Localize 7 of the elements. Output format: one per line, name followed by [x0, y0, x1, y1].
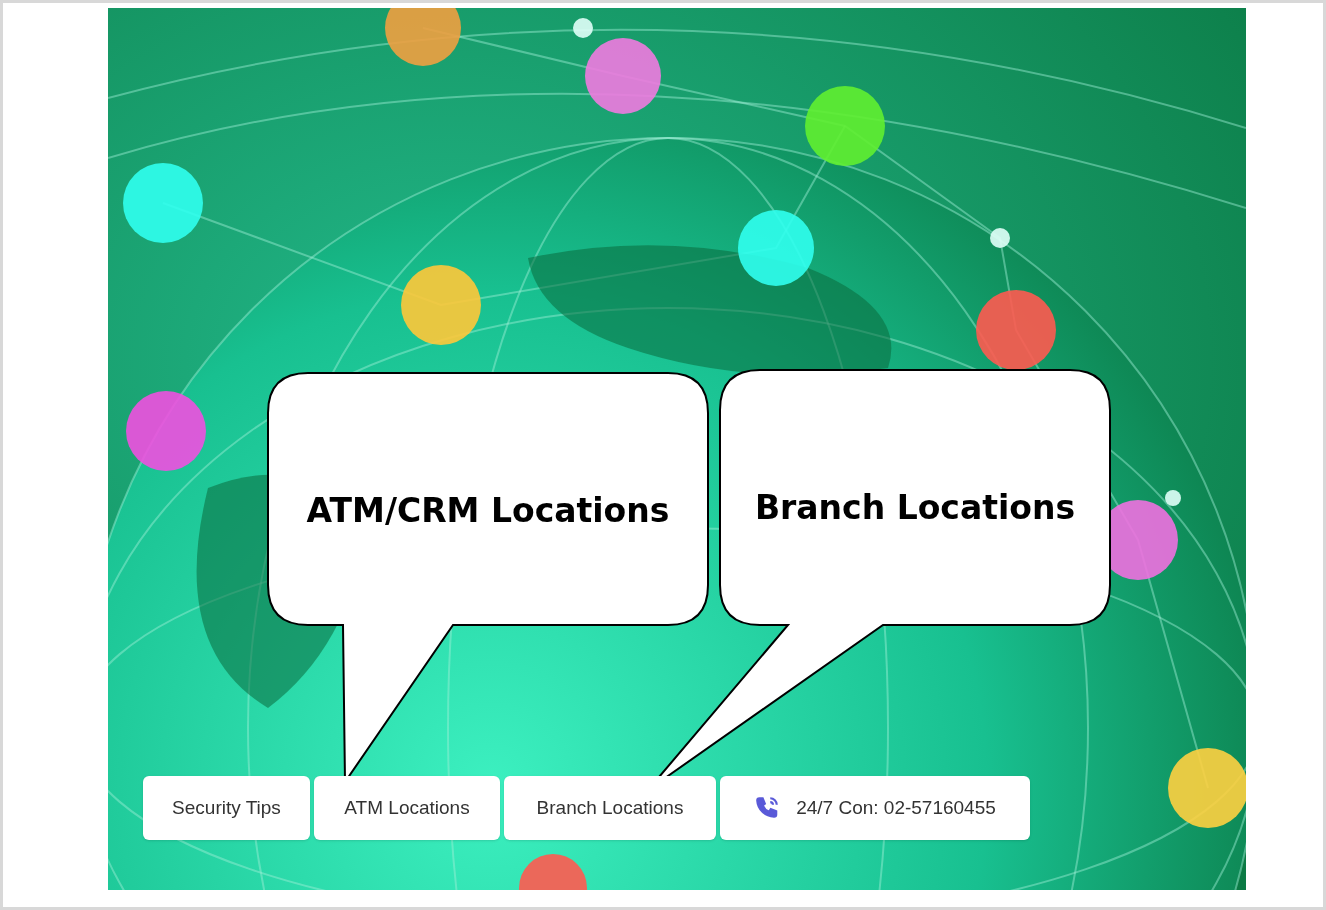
nav-button[interactable]: ATM Locations: [314, 776, 500, 840]
nav-button[interactable]: Branch Locations: [504, 776, 716, 840]
phone-contact-button[interactable]: 24/7 Con: 02-57160455: [720, 776, 1030, 840]
phone-icon: [754, 795, 781, 821]
nav-button[interactable]: Security Tips: [143, 776, 310, 840]
callout-text: Branch Locations: [754, 486, 1076, 529]
callout-text: ATM/CRM Locations: [306, 489, 670, 532]
